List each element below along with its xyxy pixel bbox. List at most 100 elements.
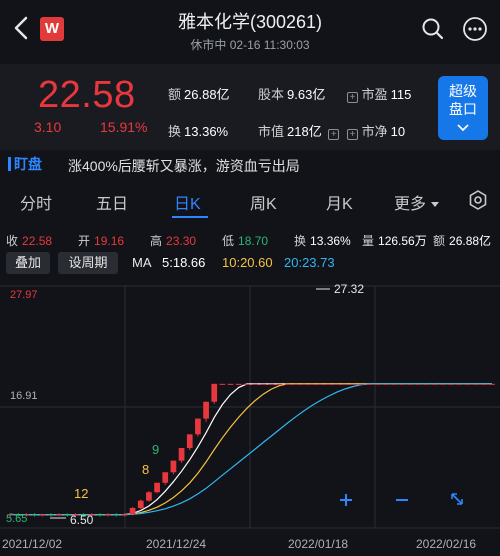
candle: [162, 472, 169, 483]
capital-cell: 股本 9.63亿: [258, 87, 326, 102]
candle: [219, 383, 226, 385]
amount-cell: 额 26.88亿: [168, 87, 230, 102]
candle: [186, 434, 193, 449]
candle: [391, 383, 397, 385]
zoom-in-icon[interactable]: [340, 494, 352, 506]
candle: [284, 383, 291, 385]
candle: [374, 383, 381, 385]
price-change: 3.10: [34, 119, 62, 135]
candle: [399, 383, 405, 385]
mktcap-cell[interactable]: 市值 218亿 +: [258, 121, 340, 140]
x-label-1: 2021/12/02: [2, 537, 62, 551]
pb-cell[interactable]: + 市净 10: [344, 121, 405, 140]
ma-label: MA: [132, 255, 152, 270]
candle: [31, 514, 38, 516]
candle: [137, 500, 144, 509]
tab-intraday[interactable]: 分时: [20, 190, 52, 214]
candle: [472, 383, 479, 385]
news-ticker[interactable]: 盯盘 涨400%后腰斩又暴涨，游资血亏出局: [0, 150, 500, 180]
caret-down-icon: [431, 202, 440, 207]
stat-turnover: 换 13.36%: [294, 234, 351, 248]
candle: [113, 514, 120, 516]
expand-icon: +: [328, 129, 340, 140]
y-mid-label: 16.91: [10, 390, 38, 402]
candle: [301, 383, 307, 385]
daily-stats-row: 收 22.58 开 19.16 高 23.30 低 18.70 换 13.36% 量 126…: [0, 228, 500, 250]
candle: [235, 383, 242, 385]
top-bar: W 雅本化学(300261) 休市中 02-16 11:30:03: [0, 0, 500, 64]
news-headline[interactable]: 涨400%后腰斩又暴涨，游资血亏出局: [68, 156, 300, 176]
candle: [170, 460, 177, 473]
set-period-button[interactable]: 设周期: [58, 252, 118, 274]
stat-low: 低 18.70: [222, 234, 269, 248]
candle: [407, 383, 414, 385]
candle: [178, 448, 185, 461]
candle: [244, 383, 250, 385]
expand-icon: +: [347, 92, 358, 103]
candle: [317, 383, 324, 385]
super-orderbook-button[interactable]: 超级 盘口: [438, 76, 488, 140]
candle: [325, 383, 332, 385]
settings-gear-icon[interactable]: [468, 190, 488, 210]
candle: [350, 383, 356, 385]
x-label-3: 2022/01/18: [288, 537, 348, 551]
svg-text:6.50: 6.50: [70, 513, 94, 527]
tab-more[interactable]: 更多: [394, 190, 440, 214]
y-min-label: 5.65: [6, 513, 27, 525]
stat-open: 开 19.16: [78, 234, 125, 248]
candle: [121, 514, 128, 516]
candle: [260, 383, 267, 385]
candle: [382, 383, 389, 385]
candle: [489, 383, 495, 385]
candle: [39, 514, 46, 516]
candle: [440, 383, 446, 385]
watch-tag: 盯盘: [8, 156, 42, 172]
ma5-value: 5:18.66: [162, 255, 206, 270]
candle: [276, 383, 283, 385]
period-tabs: 分时 五日 日K 周K 月K 更多: [0, 182, 500, 220]
stat-volume: 量 126.56万: [362, 234, 427, 248]
candle: [464, 383, 471, 385]
candle: [456, 383, 463, 385]
candle: [146, 492, 152, 501]
fullscreen-icon[interactable]: [451, 493, 463, 505]
stat-amount: 额 26.88亿: [433, 234, 492, 248]
pe-cell[interactable]: + 市盈 115: [344, 84, 411, 103]
candle: [97, 514, 103, 516]
ma10-value: 10:20.60: [222, 255, 273, 270]
search-icon[interactable]: [420, 16, 446, 42]
marker-label: 8: [142, 462, 149, 477]
tab-daily-k[interactable]: 日K: [174, 190, 201, 214]
y-max-label: 27.97: [10, 289, 38, 301]
expand-icon: +: [347, 129, 358, 140]
x-label-4: 2022/02/16: [416, 537, 476, 551]
candle: [252, 383, 258, 385]
overlay-button[interactable]: 叠加: [6, 252, 50, 274]
candle: [293, 383, 299, 385]
candle: [48, 514, 54, 516]
candle: [480, 383, 487, 385]
more-dots-icon[interactable]: [462, 16, 488, 42]
price-change-pct: 15.91%: [100, 119, 148, 135]
candle: [415, 383, 422, 385]
candle: [448, 383, 454, 385]
turnover-cell: 换 13.36%: [168, 124, 229, 139]
candle: [105, 514, 111, 516]
tab-weekly-k[interactable]: 周K: [250, 190, 277, 214]
candle: [431, 383, 438, 385]
chart-controls: 叠加 设周期 MA 5:18.66 10:20.60 20:23.73: [0, 252, 500, 274]
candle: [195, 418, 201, 435]
max-annotation: 27.32: [316, 282, 364, 296]
candle: [358, 383, 365, 385]
tab-monthly-k[interactable]: 月K: [326, 190, 353, 214]
active-tab-indicator: [172, 216, 208, 218]
kline-chart[interactable]: 27.97 16.91 5.65 27.32 6.50 12 8 9 2021/…: [0, 278, 500, 556]
candle: [154, 482, 160, 493]
candle: [203, 401, 209, 419]
ma20-value: 20:23.73: [284, 255, 335, 270]
candle: [129, 508, 136, 515]
svg-text:27.32: 27.32: [334, 282, 364, 296]
candle: [423, 383, 430, 385]
quote-panel: 22.58 3.10 15.91% 额 26.88亿 股本 9.63亿 + 市盈 11…: [0, 64, 500, 150]
tab-five-day[interactable]: 五日: [96, 190, 128, 214]
